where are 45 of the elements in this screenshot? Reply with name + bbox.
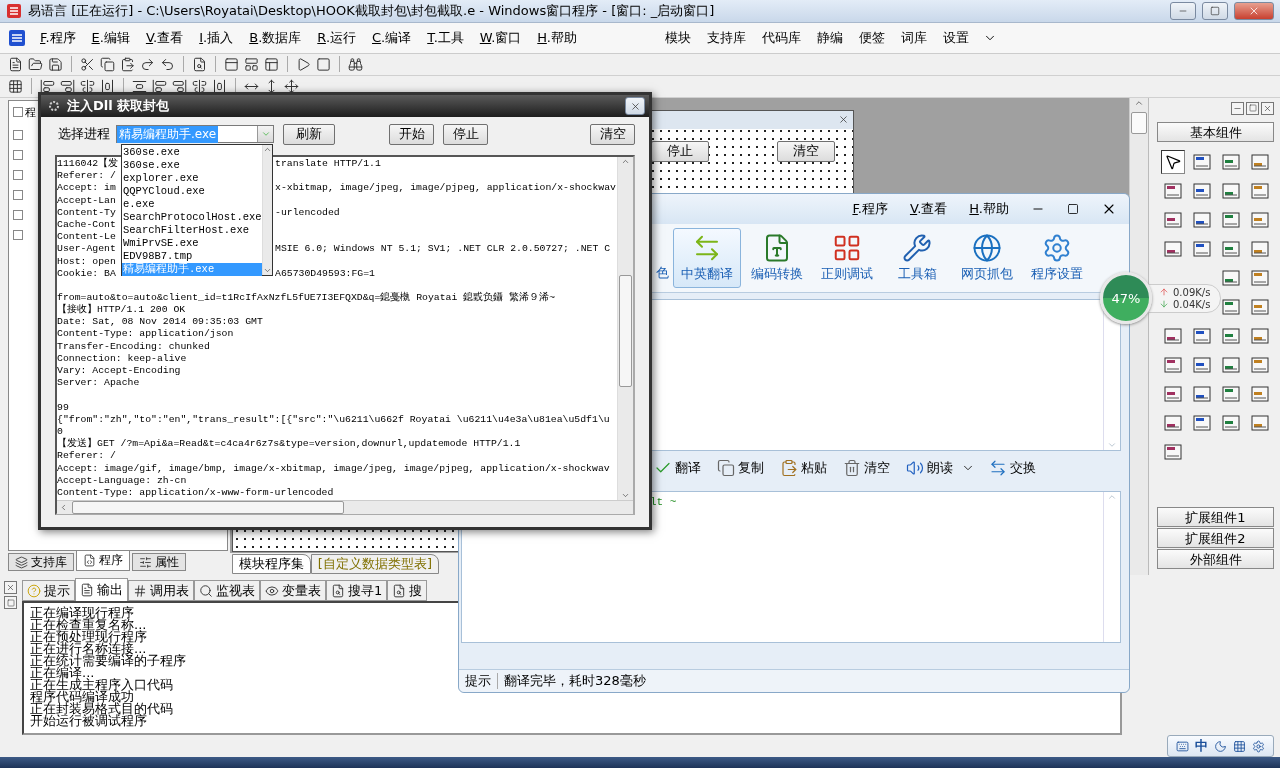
output-line: 开始运行被调试程序: [30, 715, 147, 728]
log-line: 【接收】HTTP/1.1 200 OK: [57, 304, 186, 317]
log-line: x-xbitmap, image/jpeg, image/pjpeg, application/x-shockwav: [275, 182, 616, 195]
log-line: MSIE 6.0; Windows NT 5.1; SV1; .NET CLR 2.0.50727; .NET C: [275, 243, 611, 256]
process-label: 选择进程: [58, 125, 111, 143]
log-line: Accept: im: [57, 182, 116, 195]
log-line: Vary: Accept-Encoding: [57, 365, 181, 378]
log-line: {"from":"zh","to":"en","trans_result":[{"src":"\u6211\u662f Royatai \u6211\u4e3a\u81ea\u5df1\u: [57, 413, 610, 426]
log-line: Accept-Lan: [57, 194, 116, 207]
status-text: 翻译完毕，耗时328毫秒: [504, 672, 646, 690]
log-line: from=auto&to=auto&client_id=t1RcIfAxNzfL5fUE7I3EFQXD&q=鎴戞槸 Royatai 鎴戜负鑷 繁浠９浠~: [57, 291, 556, 303]
log-line: 0: [57, 425, 63, 439]
output-line: 正在编译现行程序: [30, 607, 134, 620]
log-line: -urlencoded: [275, 206, 340, 219]
log-line: Accept: image/gif, image/bmp, image/x-xbitmap, image/jpeg, image/pjpeg, application/x-shockwav: [57, 462, 610, 475]
log-line: Host: open: [57, 255, 116, 268]
result-text: lt ~: [650, 496, 677, 508]
output-line: 程序代码编译成功: [30, 691, 134, 704]
log-line: User-Agent: [57, 243, 116, 256]
log-line: 99: [57, 401, 69, 414]
output-line: 正在预处理现行程序: [30, 631, 147, 644]
log-line: 【发送】GET /?m=Api&a=Read&t=c4ca4r6z7s&type=version,downurl,updatemode HTTP/1.1: [57, 438, 521, 451]
log-line: 1116042【发: [57, 158, 119, 171]
upload-speed: 0.09K/s: [1173, 286, 1211, 298]
log-line: Content-Ty: [57, 206, 116, 219]
log-line: Accept-Language: zh-cn: [57, 474, 187, 487]
status-label: 提示: [465, 672, 491, 690]
log-line: Transfer-Encoding: chunked: [57, 340, 210, 353]
log-line: Connection: keep-alive: [57, 352, 187, 366]
log-line: Date: Sat, 08 Nov 2014 09:35:03 GMT: [57, 316, 263, 329]
log-line: Content-Le: [57, 231, 116, 244]
log-line: Cache-Cont: [57, 218, 116, 232]
log-line: Referer: /: [57, 170, 116, 183]
log-line: Server: Apache: [57, 377, 140, 390]
log-line: Content-Type: application/x-www-form-urlencoded: [57, 486, 334, 500]
log-line: Cookie: BA: [57, 267, 116, 280]
log-line: Content-Type: application/json: [57, 328, 234, 341]
download-speed: 0.04K/s: [1173, 298, 1211, 310]
log-line: Referer: /: [57, 450, 116, 463]
output-line: 正在统计需要编译的子程序: [30, 655, 186, 668]
window-title: 易语言 [正在运行] - C:\Users\Royatai\Desktop\HOOK截取封包\封包截取.e - Windows窗口程序 - [窗口: _启动窗口]: [28, 1, 716, 20]
log-line: A65730D49593:FG=1: [275, 267, 375, 280]
dialog-title: 注入Dll 获取封包: [67, 97, 171, 115]
log-line: translate HTTP/1.1: [275, 158, 381, 171]
output-line: 正在封装易格式目的代码: [30, 703, 173, 716]
